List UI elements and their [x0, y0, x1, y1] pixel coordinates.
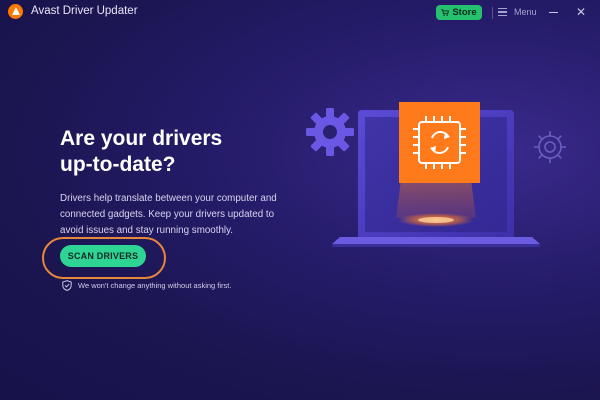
- store-button[interactable]: Store: [436, 5, 482, 20]
- shield-check-icon: [62, 280, 72, 291]
- chip-refresh-icon: [399, 102, 480, 183]
- gear-icon: [306, 108, 354, 156]
- cart-icon: [441, 9, 450, 16]
- hamburger-icon[interactable]: [498, 8, 507, 17]
- app-title: Avast Driver Updater: [31, 5, 138, 17]
- page-title-line-1: Are your drivers: [60, 127, 223, 150]
- description: Drivers help translate between your comp…: [60, 191, 280, 239]
- menu-button[interactable]: Menu: [514, 7, 537, 17]
- title-separator: [492, 7, 493, 19]
- minimize-icon[interactable]: [545, 3, 563, 21]
- assurance-note: We won't change anything without asking …: [62, 280, 231, 291]
- app-window: Avast Driver Updater Store Menu ✕ Are yo…: [0, 0, 600, 400]
- description-line: connected gadgets. Keep your drivers upd…: [60, 209, 275, 220]
- assurance-text: We won't change anything without asking …: [78, 281, 232, 290]
- close-icon[interactable]: ✕: [572, 3, 590, 21]
- scan-drivers-button[interactable]: SCAN DRIVERS: [60, 245, 146, 267]
- title-bar: Avast Driver Updater Store Menu ✕: [0, 0, 600, 26]
- avast-logo-icon: [8, 4, 23, 19]
- gear-icon: [534, 131, 566, 163]
- laptop-illustration: [306, 102, 566, 247]
- page-title: Are your drivers up-to-date?: [60, 126, 320, 178]
- description-line: Drivers help translate between your comp…: [60, 193, 277, 204]
- store-label: Store: [452, 7, 477, 18]
- page-title-line-2: up-to-date?: [60, 153, 176, 176]
